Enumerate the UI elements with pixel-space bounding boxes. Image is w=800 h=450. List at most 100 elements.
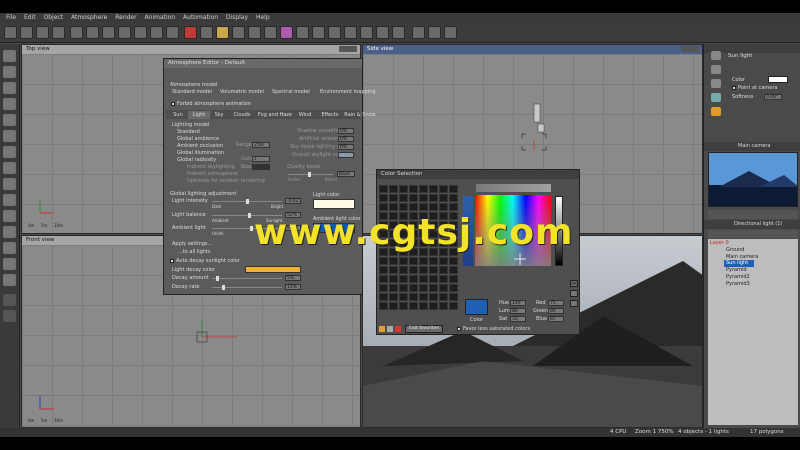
cone-icon[interactable]	[3, 242, 16, 254]
favorite-swatch[interactable]	[449, 266, 458, 274]
redo-icon[interactable]	[166, 26, 179, 39]
plane-icon[interactable]	[3, 258, 16, 270]
favorite-swatch[interactable]	[389, 284, 398, 292]
favorite-swatch[interactable]	[399, 275, 408, 283]
green-input[interactable]: 86	[548, 308, 564, 314]
menu-atmosphere[interactable]: Atmosphere	[71, 13, 107, 23]
boolean-icon[interactable]	[3, 310, 16, 322]
favorite-swatch[interactable]	[439, 194, 448, 202]
lm-global-ambience-radio[interactable]: Global ambience	[177, 136, 219, 142]
decay-amount-slider[interactable]	[212, 276, 282, 281]
menu-object[interactable]: Object	[44, 13, 64, 23]
hue-input[interactable]: 149	[510, 300, 526, 306]
indirect-atmosphere-label[interactable]: Indirect atmosphere	[187, 171, 238, 177]
tree-item[interactable]: Pyramid	[726, 267, 747, 273]
render-icon[interactable]	[184, 26, 197, 39]
sun-color-swatch[interactable]	[768, 76, 788, 83]
preview-icon[interactable]	[444, 26, 457, 39]
tab-light[interactable]: Light	[188, 111, 210, 119]
overall-skylight-swatch[interactable]	[338, 152, 354, 158]
saturation-bar[interactable]	[476, 184, 551, 192]
favorite-swatch[interactable]	[409, 293, 418, 301]
favorite-swatch[interactable]	[409, 257, 418, 265]
favorite-swatch[interactable]	[409, 275, 418, 283]
atmosphere-icon[interactable]	[216, 26, 229, 39]
intensity-input[interactable]: -0.02	[285, 198, 301, 204]
favorite-swatch[interactable]	[429, 194, 438, 202]
favor-less-checkbox[interactable]	[457, 327, 461, 331]
plant-tool-icon[interactable]	[3, 162, 16, 174]
rotate-tool-icon[interactable]	[711, 65, 721, 74]
favorite-swatch[interactable]	[399, 194, 408, 202]
spline-icon[interactable]	[3, 178, 16, 190]
viewport-controls[interactable]	[339, 46, 357, 52]
model-volumetric-radio[interactable]: Volumetric model	[220, 89, 264, 95]
menu-automation[interactable]: Automation	[183, 13, 218, 23]
favorite-swatch[interactable]	[419, 203, 428, 211]
material-icon[interactable]	[280, 26, 293, 39]
lm-standard-radio[interactable]: Standard	[177, 129, 200, 135]
gain-input[interactable]: 1	[252, 156, 270, 162]
favorite-swatch[interactable]	[389, 293, 398, 301]
shadow-smoothing-input[interactable]: 0%	[338, 128, 354, 134]
red-input[interactable]: 75	[548, 300, 564, 306]
menu-help[interactable]: Help	[256, 13, 270, 23]
open-icon[interactable]	[20, 26, 33, 39]
auto-decay-checkbox[interactable]	[170, 259, 174, 263]
forbid-animation-checkbox[interactable]	[171, 102, 175, 106]
sky-dome-input[interactable]: 0%	[338, 144, 354, 150]
favorite-swatch[interactable]	[449, 185, 458, 193]
blue-input[interactable]: 87	[548, 316, 564, 322]
favorite-swatch[interactable]	[379, 203, 388, 211]
camera-preview[interactable]	[708, 152, 798, 207]
tree-toolbar[interactable]	[708, 230, 798, 238]
terrain-icon[interactable]	[248, 26, 261, 39]
favorite-swatch[interactable]	[399, 185, 408, 193]
tree-item[interactable]: Pyramid3	[726, 281, 750, 287]
edit-favorites-button[interactable]: Edit favorites	[405, 325, 443, 333]
pan-icon[interactable]	[412, 26, 425, 39]
softness-input[interactable]: 0.00°	[764, 94, 782, 100]
favorite-swatch[interactable]	[449, 203, 458, 211]
favorite-swatch[interactable]	[389, 266, 398, 274]
favorite-swatch[interactable]	[419, 293, 428, 301]
favorite-swatch[interactable]	[419, 266, 428, 274]
new-scene-icon[interactable]	[4, 26, 17, 39]
decay-rate-slider[interactable]	[212, 285, 282, 290]
cube-icon[interactable]	[3, 50, 16, 62]
text-icon[interactable]	[3, 66, 16, 78]
material-tool-icon[interactable]	[711, 93, 721, 102]
orbit-icon[interactable]	[428, 26, 441, 39]
favorite-swatch[interactable]	[389, 203, 398, 211]
menu-edit[interactable]: Edit	[24, 13, 36, 23]
favorite-swatch[interactable]	[389, 194, 398, 202]
menu-display[interactable]: Display	[226, 13, 248, 23]
favorite-swatch[interactable]	[429, 275, 438, 283]
add-favorite-icon[interactable]	[387, 326, 393, 332]
grid-icon[interactable]	[392, 26, 405, 39]
favorite-swatch[interactable]	[419, 194, 428, 202]
favorite-swatch[interactable]	[439, 185, 448, 193]
lum-input[interactable]: 86	[510, 308, 526, 314]
favorite-swatch[interactable]	[399, 293, 408, 301]
menu-file[interactable]: File	[6, 13, 16, 23]
quality-input[interactable]: Base	[337, 171, 355, 177]
lights-icon[interactable]	[296, 26, 309, 39]
favorite-swatch[interactable]	[389, 257, 398, 265]
favorite-swatch[interactable]	[439, 257, 448, 265]
tab-sky[interactable]: Sky	[210, 111, 228, 119]
tab-rain-snow[interactable]: Rain & Snow	[343, 111, 377, 119]
favorite-swatch[interactable]	[409, 185, 418, 193]
favorite-swatch[interactable]	[389, 302, 398, 310]
tree-item-selected[interactable]: Sun light	[724, 260, 754, 267]
favorite-swatch[interactable]	[449, 293, 458, 301]
paste-icon[interactable]	[118, 26, 131, 39]
favorite-swatch[interactable]	[429, 302, 438, 310]
range-input[interactable]: 25m	[252, 142, 270, 148]
delete-icon[interactable]	[134, 26, 147, 39]
favorite-swatch[interactable]	[399, 257, 408, 265]
menu-render[interactable]: Render	[115, 13, 136, 23]
favorite-swatch[interactable]	[379, 185, 388, 193]
tab-wind[interactable]: Wind	[295, 111, 315, 119]
favorites-icon[interactable]	[379, 326, 385, 332]
